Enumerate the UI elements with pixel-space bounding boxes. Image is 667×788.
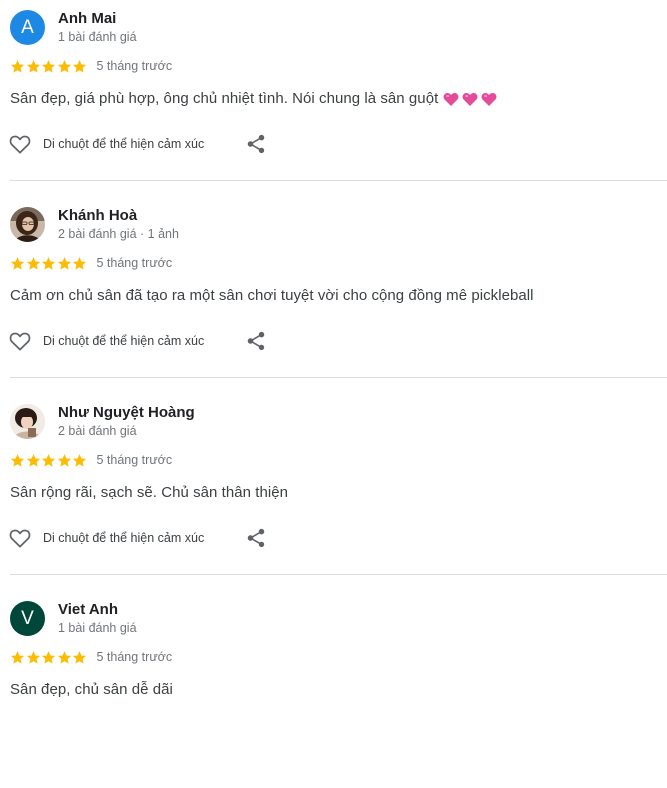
review-text-container: Sân đẹp, chủ sân dễ dãi (10, 681, 173, 698)
heart-outline-icon (9, 332, 31, 351)
star-icon (41, 650, 56, 664)
star-icon (57, 453, 71, 467)
review-time: 5 tháng trước (96, 650, 173, 664)
star-icon (41, 59, 56, 73)
share-icon (247, 134, 265, 154)
review-text-container: Sân rộng rãi, sạch sẽ. Chủ sân thân thiệ… (10, 484, 288, 501)
like-button[interactable]: Di chuột để thể hiện cảm xúc (9, 134, 204, 154)
share-icon (247, 528, 265, 548)
rating-row: 5 tháng trước (10, 648, 172, 666)
review-time: 5 tháng trước (96, 59, 173, 73)
reviewer-name[interactable]: Viet Anh (58, 601, 118, 618)
star-icon (10, 453, 25, 467)
star-icon (26, 256, 40, 270)
star-icon (72, 59, 87, 73)
review-text: Sân đẹp, chủ sân dễ dãi (10, 681, 173, 698)
star-icon (57, 59, 71, 73)
review-text-container: Sân đẹp, giá phù hợp, ông chủ nhiệt tình… (10, 90, 497, 107)
divider (10, 574, 667, 575)
star-icon (10, 59, 25, 73)
like-button[interactable]: Di chuột để thể hiện cảm xúc (9, 331, 204, 351)
avatar-letter: V (21, 607, 34, 629)
star-icon (26, 650, 40, 664)
review-actions: Di chuột để thể hiện cảm xúc (9, 526, 265, 550)
avatar[interactable] (10, 207, 45, 242)
review-time: 5 tháng trước (96, 453, 173, 467)
reviewer-meta: 2 bài đánh giá (58, 424, 137, 438)
review-time: 5 tháng trước (96, 256, 173, 270)
share-icon (247, 331, 265, 351)
star-icon (26, 59, 40, 73)
avatar-photo (10, 404, 45, 439)
rating-row: 5 tháng trước (10, 57, 172, 75)
like-label: Di chuột để thể hiện cảm xúc (43, 334, 205, 348)
star-icon (72, 453, 87, 467)
star-rating (10, 650, 88, 665)
avatar[interactable] (10, 404, 45, 439)
share-button[interactable] (245, 527, 267, 549)
avatar[interactable]: V (10, 601, 45, 636)
reviewer-meta: 1 bài đánh giá (58, 621, 137, 635)
review-text-container: Cảm ơn chủ sân đã tạo ra một sân chơi tu… (10, 287, 534, 304)
pink-heart-icon (462, 92, 478, 106)
avatar[interactable]: A (10, 10, 45, 45)
star-icon (72, 256, 87, 270)
review-item: Khánh Hoà 2 bài đánh giá · 1 ảnh 5 tháng… (0, 197, 667, 394)
heart-outline-icon (9, 529, 31, 548)
review-item: V Viet Anh 1 bài đánh giá 5 tháng trước … (0, 591, 667, 788)
star-icon (26, 453, 40, 467)
star-icon (57, 256, 71, 270)
review-text: Sân đẹp, giá phù hợp, ông chủ nhiệt tình… (10, 90, 439, 107)
review-text: Sân rộng rãi, sạch sẽ. Chủ sân thân thiệ… (10, 484, 289, 501)
star-icon (41, 453, 56, 467)
reviewer-meta: 1 bài đánh giá (58, 30, 137, 44)
like-label: Di chuột để thể hiện cảm xúc (43, 531, 205, 545)
star-rating (10, 256, 88, 271)
star-rating (10, 59, 88, 74)
heart-outline-icon (9, 135, 31, 154)
pink-heart-emojis (440, 92, 497, 106)
avatar-letter: A (21, 16, 34, 38)
star-icon (72, 650, 87, 664)
divider (10, 377, 667, 378)
star-icon (41, 256, 56, 270)
reviewer-name[interactable]: Anh Mai (58, 10, 116, 27)
reviewer-name[interactable]: Khánh Hoà (58, 207, 137, 224)
like-label: Di chuột để thể hiện cảm xúc (43, 137, 205, 151)
reviewer-meta: 2 bài đánh giá · 1 ảnh (58, 227, 179, 241)
review-item: Như Nguyệt Hoàng 2 bài đánh giá 5 tháng … (0, 394, 667, 591)
reviewer-name[interactable]: Như Nguyệt Hoàng (58, 404, 195, 421)
star-rating (10, 453, 88, 468)
star-icon (10, 256, 25, 270)
review-text: Cảm ơn chủ sân đã tạo ra một sân chơi tu… (10, 287, 534, 304)
pink-heart-icon (443, 92, 459, 106)
share-button[interactable] (245, 133, 267, 155)
like-button[interactable]: Di chuột để thể hiện cảm xúc (9, 528, 204, 548)
star-icon (10, 650, 25, 664)
review-actions: Di chuột để thể hiện cảm xúc (9, 132, 265, 156)
pink-heart-icon (481, 92, 497, 106)
avatar-photo (10, 207, 45, 242)
share-button[interactable] (245, 330, 267, 352)
divider (10, 180, 667, 181)
rating-row: 5 tháng trước (10, 451, 172, 469)
star-icon (57, 650, 71, 664)
review-item: A Anh Mai 1 bài đánh giá 5 tháng trước S… (0, 0, 667, 197)
review-actions: Di chuột để thể hiện cảm xúc (9, 329, 265, 353)
rating-row: 5 tháng trước (10, 254, 172, 272)
